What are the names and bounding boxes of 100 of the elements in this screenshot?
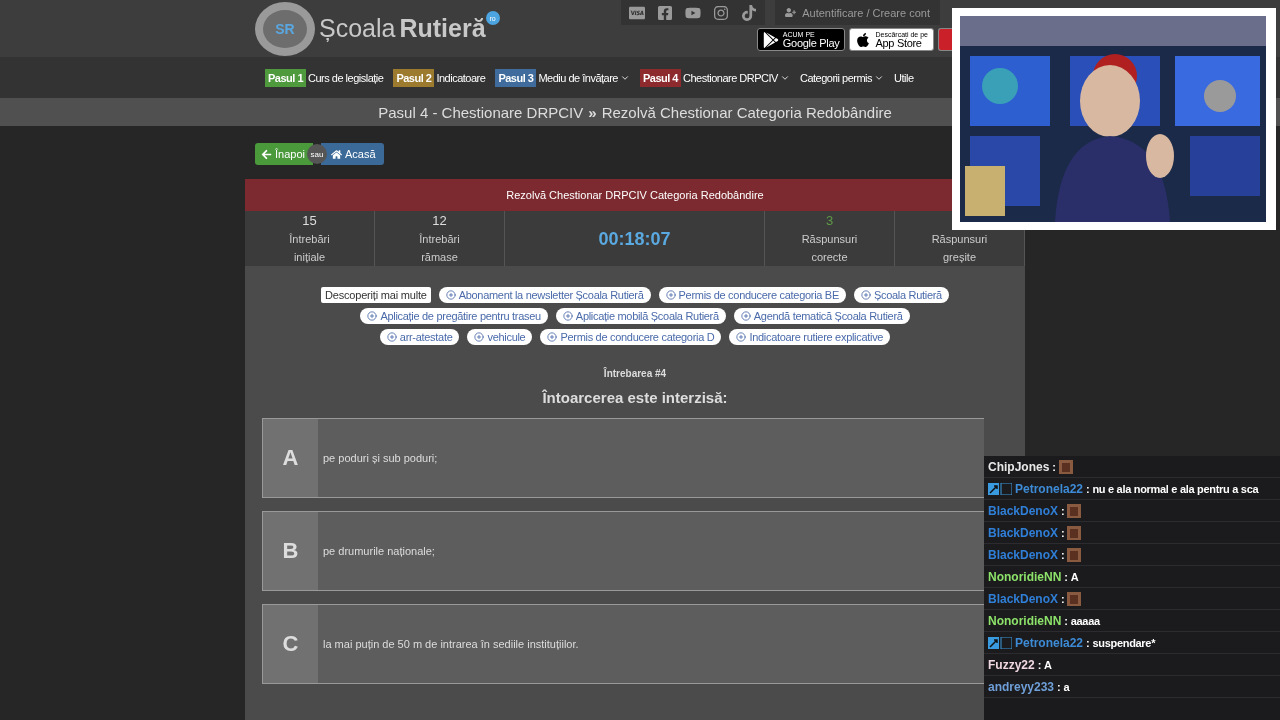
answer-text: pe drumurile naționale; <box>322 545 435 557</box>
stat-label: inițiale <box>293 249 326 265</box>
plus-circle-icon <box>736 332 747 342</box>
topic-tag[interactable]: Permis de conducere categoria BE <box>658 287 846 303</box>
play-icon <box>762 31 779 48</box>
topic-tag[interactable]: arr-atestate <box>379 329 460 345</box>
chat-username: BlackDenoX <box>988 503 1059 518</box>
stat-label: greșite <box>943 249 976 265</box>
topic-tag[interactable]: Aplicație mobilă Școala Rutieră <box>555 308 726 324</box>
emote-icon <box>1067 547 1082 562</box>
chat-username: Petronela22 <box>1015 635 1084 650</box>
chat-badges-icon <box>988 482 1012 495</box>
chat-message: aaaaa <box>1070 614 1100 627</box>
emote-icon <box>1067 525 1082 540</box>
stat-label: Întrebări <box>419 231 460 247</box>
topic-tag[interactable]: Aplicație de pregătire pentru traseu <box>360 308 548 324</box>
chat-username: BlackDenoX <box>988 525 1059 540</box>
chat-message: a <box>1063 680 1070 693</box>
stat-label: Răspunsuri <box>801 231 858 247</box>
emote-icon <box>1067 503 1082 518</box>
plus-circle-icon <box>860 290 871 300</box>
chat-colon: : <box>1064 570 1068 583</box>
topic-tag[interactable]: vehicule <box>467 329 533 345</box>
answer-option[interactable]: C la mai puțin de 50 m de intrarea în sediile instituțiilor. <box>262 604 984 684</box>
nav-item[interactable]: Categorii permis <box>799 71 885 84</box>
stat-value: 12 <box>432 211 447 230</box>
nav-item[interactable]: Pasul 2 Indicatoare <box>393 68 486 87</box>
chat-username: andreyy233 <box>988 679 1055 694</box>
nav-item[interactable]: Pasul 4 Chestionare DRPCIV <box>639 68 790 87</box>
chat-username: NonoridieNN <box>988 569 1062 584</box>
answer-letter: C <box>263 605 318 683</box>
chat-colon: : <box>1052 460 1056 473</box>
stat-label: corecte <box>811 249 848 265</box>
plus-circle-icon <box>665 290 676 300</box>
discover-label: Descoperiți mai multe <box>321 287 431 303</box>
timer: 00:18:07 <box>598 229 671 248</box>
topic-tag[interactable]: Școala Rutieră <box>853 287 949 303</box>
chat-message: nu e ala normal e ala pentru a sca <box>1092 482 1259 495</box>
topic-tag[interactable]: Indicatoare rutiere explicative <box>729 329 891 345</box>
answer-option[interactable]: A pe poduri și sub poduri; <box>262 418 984 498</box>
answer-text: la mai puțin de 50 m de intrarea în sediile instituțiilor. <box>322 638 579 650</box>
question-text: Întoarcerea este interzisă: <box>541 389 729 406</box>
answer-text: pe poduri și sub poduri; <box>322 452 438 464</box>
chat-message: A <box>1044 658 1052 671</box>
chat-colon: : <box>1057 680 1061 693</box>
answer-letter: A <box>263 419 318 497</box>
login-link[interactable]: Autentificare / Creare cont <box>775 0 940 25</box>
emote-icon <box>1058 459 1073 474</box>
plus-circle-icon <box>547 332 558 342</box>
logo-name: Școala <box>319 14 396 43</box>
stat-value: 15 <box>302 211 317 230</box>
chat-username: Petronela22 <box>1015 481 1084 496</box>
breadcrumb-link[interactable]: Pasul 4 - Chestionare DRPCIV <box>378 103 584 121</box>
stat-label: Întrebări <box>289 231 330 247</box>
chat-colon: : <box>1061 592 1065 605</box>
plus-circle-icon <box>562 311 573 321</box>
chat-badges-icon <box>988 636 1012 649</box>
plus-circle-icon <box>445 290 456 300</box>
chat-colon: : <box>1086 482 1090 495</box>
nav-item[interactable]: Pasul 1 Curs de legislație <box>265 68 384 87</box>
question-number: Întrebarea #4 <box>602 368 668 379</box>
topic-tag[interactable]: Permis de conducere categoria D <box>540 329 722 345</box>
facebook-icon[interactable] <box>657 4 674 21</box>
logo-name-bold: Rutieră <box>399 14 486 43</box>
stat-label: rămase <box>421 249 458 265</box>
chat-username: BlackDenoX <box>988 547 1059 562</box>
topic-tag[interactable]: Abonament la newsletter Școala Rutieră <box>438 287 651 303</box>
chat-colon: : <box>1086 636 1090 649</box>
answer-letter: B <box>263 512 318 590</box>
chat-message: A <box>1070 570 1079 583</box>
tiktok-icon[interactable] <box>741 4 758 21</box>
plus-circle-icon <box>386 332 397 342</box>
user-plus-icon <box>785 7 797 18</box>
topic-tag[interactable]: Agendă tematică Școala Rutieră <box>733 308 910 324</box>
chat-colon: : <box>1061 504 1065 517</box>
stat-label: Răspunsuri <box>931 231 988 247</box>
answer-option[interactable]: B pe drumurile naționale; <box>262 511 984 591</box>
chat-username: NonoridieNN <box>988 613 1062 628</box>
breadcrumb-current[interactable]: Rezolvă Chestionar Categoria Redobândire <box>601 103 892 121</box>
chat-colon: : <box>1061 548 1065 561</box>
chat-colon: : <box>1064 614 1068 627</box>
stat-value: 3 <box>825 211 834 230</box>
emote-icon <box>1067 591 1082 606</box>
apple-icon <box>855 31 872 48</box>
chat-username: BlackDenoX <box>988 591 1059 606</box>
breadcrumb-separator: » <box>588 103 597 121</box>
home-icon <box>331 148 342 160</box>
chat-username: Fuzzy22 <box>988 657 1035 672</box>
nav-item[interactable]: Pasul 3 Mediu de învățare <box>495 68 630 87</box>
arrow-left-icon <box>261 148 272 160</box>
chat-colon: : <box>1061 526 1065 539</box>
plus-circle-icon <box>474 332 485 342</box>
chat-colon: : <box>1037 658 1042 671</box>
chat-username: ChipJones <box>988 459 1050 474</box>
visa-icon <box>629 4 646 21</box>
instagram-icon[interactable] <box>713 4 730 21</box>
plus-circle-icon <box>367 311 378 321</box>
nav-item[interactable]: Utile <box>894 71 914 84</box>
chat-message: suspendare* <box>1092 636 1156 649</box>
plus-circle-icon <box>740 311 751 321</box>
